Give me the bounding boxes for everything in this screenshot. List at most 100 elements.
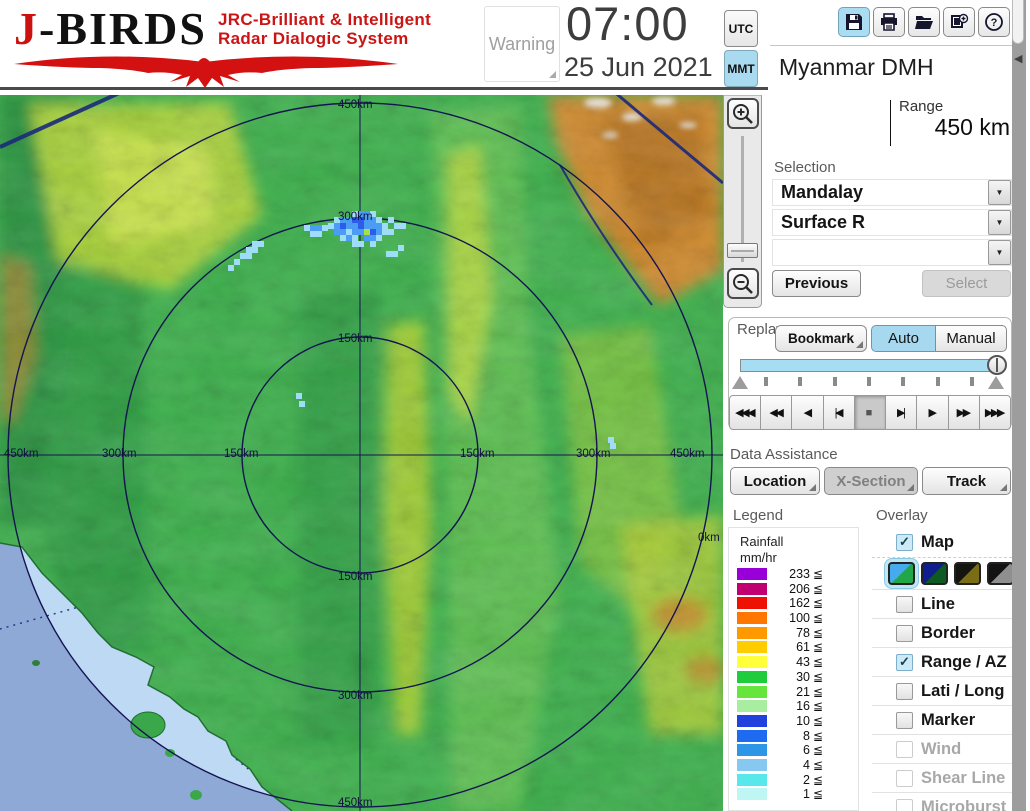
zoom-in-button[interactable] [727, 98, 759, 129]
overlay-item-map[interactable]: ✓ Map [872, 527, 1012, 557]
legend-title: Rainfall [740, 534, 784, 549]
legend-entry: 100 ≦ [737, 611, 852, 626]
range-ring-label: 450km [338, 797, 373, 809]
range-ring-label: 300km [338, 690, 373, 702]
auto-mode-button[interactable]: Auto [871, 325, 936, 352]
legend-value: 43 [796, 655, 810, 670]
radar-echo-pixel [340, 235, 346, 241]
checkbox-range-az[interactable]: ✓ [896, 653, 913, 671]
icons-divider [770, 45, 1012, 46]
replay-slider-track[interactable] [740, 359, 997, 372]
overlay-item-shear-line[interactable]: Shear Line [872, 763, 1012, 792]
product-dropdown[interactable]: Surface R ▼ [772, 209, 1012, 236]
radar-echo-pixel [398, 245, 404, 251]
play-button[interactable]: ▶ [916, 395, 949, 430]
chevron-down-icon[interactable]: ▼ [988, 210, 1011, 235]
fast-forward-3-button[interactable]: ▶▶▶ [978, 395, 1011, 430]
bookmark-button[interactable]: Bookmark [775, 325, 867, 352]
save-button[interactable] [838, 7, 870, 37]
legend-color-swatch [737, 597, 767, 610]
radar-map[interactable]: 450km 300km 150km 150km 300km 450km 450km 300km… [0, 95, 723, 811]
overlay-item-lati-long[interactable]: Lati / Long [872, 676, 1012, 705]
checkbox-map[interactable]: ✓ [896, 533, 913, 551]
radar-echo-pixel [386, 251, 392, 257]
x-section-button[interactable]: X-Section [824, 467, 918, 495]
slider-start-marker[interactable] [732, 376, 748, 389]
radar-echo-pixel [358, 241, 364, 247]
legend-color-swatch [737, 641, 767, 654]
slider-tick [969, 377, 974, 386]
open-folder-button[interactable] [908, 7, 940, 37]
fast-forward-2-button[interactable]: ▶▶ [947, 395, 980, 430]
legend-entry: 43 ≦ [737, 655, 852, 670]
logo-subtitle-line1: JRC-Brilliant & Intelligent [218, 10, 432, 29]
previous-button[interactable]: Previous [772, 270, 861, 297]
panel-collapse-tab[interactable] [1012, 0, 1024, 44]
mmt-button[interactable]: MMT [724, 50, 758, 87]
chevron-down-icon[interactable]: ▼ [988, 240, 1011, 265]
checkbox-lati-long[interactable] [896, 682, 913, 700]
site-dropdown[interactable]: Mandalay ▼ [772, 179, 1012, 206]
print-button[interactable] [873, 7, 905, 37]
warning-button[interactable]: Warning [484, 6, 560, 82]
overlay-item-label: Microburst [921, 797, 1007, 811]
legend-entry: 21 ≦ [737, 684, 852, 699]
legend-entry: 78 ≦ [737, 626, 852, 640]
map-style-swatch[interactable] [954, 562, 981, 585]
track-button[interactable]: Track [922, 467, 1011, 495]
checkbox-microburst[interactable] [896, 798, 913, 811]
zoom-out-button[interactable] [727, 268, 759, 299]
slider-end-marker[interactable] [988, 376, 1004, 389]
help-button[interactable]: ? [978, 7, 1010, 37]
radar-echo-pixel [322, 225, 328, 231]
overlay-item-border[interactable]: Border [872, 618, 1012, 647]
stop-button[interactable]: ■ [853, 395, 887, 430]
option-dropdown[interactable]: ▼ [772, 239, 1012, 266]
overlay-item-range-az[interactable]: ✓ Range / AZ [872, 647, 1012, 676]
radar-echo-pixel [608, 437, 614, 443]
map-style-swatch[interactable] [921, 562, 948, 585]
utc-button[interactable]: UTC [724, 10, 758, 47]
range-ring-label: 150km [338, 571, 373, 583]
legend-operator: ≦ [813, 669, 824, 684]
fast-rewind-3-button[interactable]: ◀◀◀ [729, 395, 762, 430]
legend-operator: ≦ [813, 596, 824, 611]
radar-echo-pixel [388, 229, 394, 235]
radar-echo-pixel [328, 223, 334, 229]
add-image-button[interactable] [943, 7, 975, 37]
collapse-arrow-icon[interactable]: ◀ [1014, 52, 1022, 65]
legend-color-swatch [737, 729, 767, 742]
checkbox-wind[interactable] [896, 740, 913, 758]
play-reverse-button[interactable]: ◀ [791, 395, 824, 430]
radar-echo-pixel [400, 223, 406, 229]
overlay-item-marker[interactable]: Marker [872, 705, 1012, 734]
legend-color-swatch [737, 773, 767, 786]
legend-value: 100 [789, 611, 810, 626]
checkbox-marker[interactable] [896, 711, 913, 729]
legend-color-swatch [737, 685, 767, 698]
legend-entry: 206 ≦ [737, 582, 852, 596]
legend-value: 1 [803, 787, 810, 802]
step-back-button[interactable]: |◀ [822, 395, 855, 430]
checkbox-line[interactable] [896, 595, 913, 613]
checkbox-border[interactable] [896, 624, 913, 642]
chevron-down-icon[interactable]: ▼ [988, 180, 1011, 205]
select-button[interactable]: Select [922, 270, 1011, 297]
overlay-item-wind[interactable]: Wind [872, 734, 1012, 763]
legend-value: 21 [796, 684, 810, 699]
overlay-item-label: Wind [921, 739, 962, 758]
map-style-swatch[interactable] [888, 562, 915, 585]
legend-box: Rainfall mm/hr 233 ≦ 206 ≦ 162 ≦ 100 ≦ 78 ≦ 61 ≦ 43 ≦… [728, 527, 859, 811]
panel-collapse-strip[interactable] [1012, 0, 1026, 811]
map-style-swatch[interactable] [987, 562, 1012, 585]
manual-mode-button[interactable]: Manual [935, 325, 1007, 352]
overlay-item-line[interactable]: Line [872, 589, 1012, 618]
overlay-item-microburst[interactable]: Microburst [872, 792, 1012, 811]
replay-slider-knob[interactable] [987, 355, 1007, 375]
step-forward-button[interactable]: ▶| [885, 395, 918, 430]
radar-echo-pixel [376, 217, 382, 223]
fast-rewind-2-button[interactable]: ◀◀ [760, 395, 793, 430]
zoom-slider-handle[interactable] [727, 243, 758, 258]
checkbox-shear-line[interactable] [896, 769, 913, 787]
location-button[interactable]: Location [730, 467, 820, 495]
